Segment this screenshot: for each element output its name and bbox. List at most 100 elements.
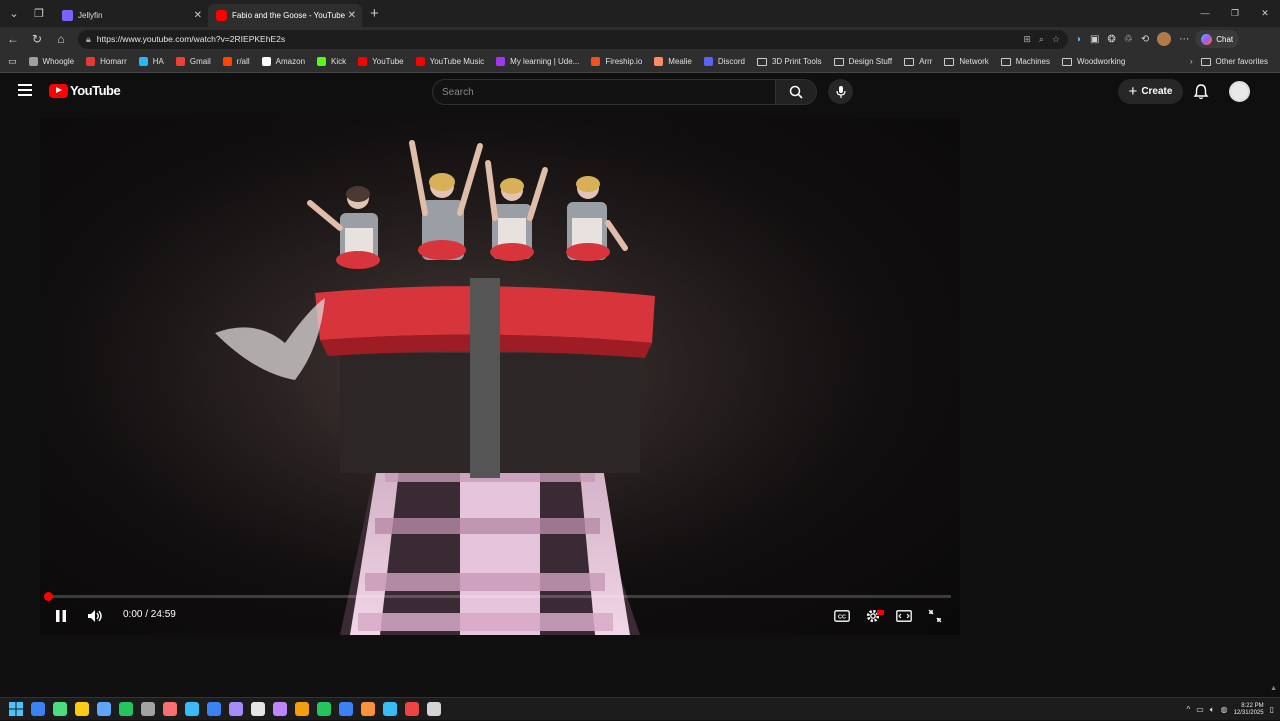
new-tab-plus-icon[interactable]: + — [370, 5, 379, 22]
history-icon[interactable]: ⟲ — [1141, 34, 1149, 45]
more-favorites-chevron-icon[interactable]: › — [1190, 57, 1193, 66]
favorite-label: 3D Print Tools — [771, 57, 822, 66]
favorite-favicon-icon — [28, 57, 38, 66]
favorite-item[interactable]: Design Stuff — [833, 57, 892, 66]
notifications-icon[interactable]: ▯ — [1270, 705, 1274, 714]
show-hidden-icons-chevron-icon[interactable]: ^ — [1186, 705, 1190, 714]
taskbar-app-icon[interactable] — [163, 702, 177, 716]
account-avatar[interactable] — [1229, 81, 1250, 102]
close-window-icon[interactable]: ✕ — [1250, 0, 1280, 26]
app-available-icon[interactable]: ⊞ — [1023, 34, 1031, 45]
favorite-item[interactable]: Woodworking — [1062, 57, 1125, 66]
favorite-favicon-icon — [415, 57, 425, 66]
browser-essentials-icon[interactable]: ♲ — [1124, 34, 1133, 45]
youtube-header: YouTube + Create — [0, 73, 1280, 111]
notifications-bell-icon[interactable] — [1192, 83, 1210, 101]
youtube-logo[interactable]: YouTube — [49, 83, 121, 98]
url-text[interactable]: https://www.youtube.com/watch?v=2RIEPKEh… — [97, 34, 285, 44]
favorite-item[interactable]: Homarr — [86, 57, 127, 66]
taskbar-app-icon[interactable] — [317, 702, 331, 716]
taskbar-app-icon[interactable] — [295, 702, 309, 716]
favorite-item[interactable]: Amazon — [261, 57, 305, 66]
taskbar-clock[interactable]: 8:22 PM 12/31/2025 — [1234, 703, 1264, 717]
search-box[interactable] — [432, 79, 776, 105]
tab-jellyfin[interactable]: Jellyfin ✕ — [54, 4, 208, 27]
fullscreen-button[interactable] — [926, 607, 944, 625]
other-favorites-folder[interactable]: Other favorites — [1200, 57, 1268, 66]
search-button[interactable] — [776, 79, 817, 105]
scrubber-handle[interactable] — [44, 592, 53, 601]
extension-icon[interactable]: ▣ — [1090, 34, 1099, 45]
read-aloud-icon[interactable]: ◗ — [1076, 34, 1082, 45]
close-icon[interactable]: ✕ — [348, 10, 356, 21]
taskbar-app-icon[interactable] — [361, 702, 375, 716]
scroll-up-caret-icon[interactable]: ▲ — [1270, 685, 1277, 692]
taskbar-app-icon[interactable] — [75, 702, 89, 716]
favorite-item[interactable]: Discord — [703, 57, 745, 66]
minimize-icon[interactable]: — — [1190, 0, 1220, 26]
search-icon — [789, 85, 803, 99]
taskbar-app-icon[interactable] — [251, 702, 265, 716]
refresh-icon[interactable]: ↻ — [26, 28, 48, 50]
favorite-item[interactable]: HA — [138, 57, 164, 66]
video-player[interactable] — [40, 118, 960, 635]
profile-avatar[interactable] — [1157, 32, 1172, 46]
pause-button[interactable] — [52, 607, 70, 625]
taskbar-app-icon[interactable] — [185, 702, 199, 716]
taskbar-app-icon[interactable] — [229, 702, 243, 716]
video-progress-bar[interactable] — [44, 592, 951, 601]
favorite-item[interactable]: Kick — [317, 57, 346, 66]
taskbar-app-icon[interactable] — [339, 702, 353, 716]
tab-actions-chevron-icon[interactable]: ⌄ — [3, 3, 25, 25]
taskbar-app-icon[interactable] — [53, 702, 67, 716]
favorites-collection-icon[interactable]: ▭ — [8, 56, 17, 67]
favorite-item[interactable]: YouTube Music — [415, 57, 484, 66]
speaker-icon[interactable]: 🔈︎ — [1210, 705, 1215, 715]
favorite-item[interactable]: My learning | Ude... — [496, 57, 579, 66]
volume-button[interactable] — [86, 607, 104, 625]
lock-icon[interactable]: 🔒︎ — [86, 34, 91, 45]
taskbar-app-icon[interactable] — [207, 702, 221, 716]
taskbar-app-icon[interactable] — [141, 702, 155, 716]
home-icon[interactable]: ⌂ — [50, 28, 72, 50]
favorite-item[interactable]: YouTube — [358, 57, 404, 66]
address-bar[interactable]: 🔒︎ https://www.youtube.com/watch?v=2RIEP… — [78, 29, 1068, 49]
workspaces-icon[interactable]: ❐ — [28, 3, 50, 25]
taskbar-app-icon[interactable] — [97, 702, 111, 716]
favorite-item[interactable]: Arrr — [904, 57, 932, 66]
tab-youtube[interactable]: Fabio and the Goose - YouTube ✕ — [208, 4, 362, 27]
favorite-star-icon[interactable]: ☆ — [1052, 34, 1060, 45]
menu-hamburger-icon[interactable] — [18, 84, 32, 96]
more-options-icon[interactable]: ⋯ — [1179, 34, 1189, 45]
favorite-item[interactable]: Mealie — [654, 57, 692, 66]
favorite-item[interactable]: Gmail — [175, 57, 211, 66]
theater-mode-button[interactable] — [895, 607, 913, 625]
back-arrow-icon[interactable]: ← — [2, 28, 24, 50]
close-icon[interactable]: ✕ — [194, 10, 202, 21]
maximize-icon[interactable]: ❐ — [1220, 0, 1250, 26]
taskbar-app-icon[interactable] — [119, 702, 133, 716]
search-input[interactable] — [442, 86, 775, 98]
extensions-puzzle-icon[interactable]: ❂ — [1108, 34, 1116, 45]
favorite-item[interactable]: Whoogle — [28, 57, 74, 66]
display-icon[interactable]: ▭ — [1196, 705, 1204, 714]
windows-start-icon[interactable] — [9, 702, 23, 716]
favorite-item[interactable]: 3D Print Tools — [756, 57, 822, 66]
taskbar-app-icon[interactable] — [405, 702, 419, 716]
taskbar-app-icon[interactable] — [427, 702, 441, 716]
taskbar-app-icon[interactable] — [273, 702, 287, 716]
copilot-chat-button[interactable]: Chat — [1195, 30, 1240, 48]
favorite-item[interactable]: Fireship.io — [591, 57, 642, 66]
favorite-item[interactable]: r/all — [222, 57, 250, 66]
favorite-item[interactable]: Machines — [1000, 57, 1050, 66]
voice-search-button[interactable] — [828, 79, 853, 104]
copilot-icon — [1201, 33, 1213, 45]
create-button[interactable]: + Create — [1118, 79, 1183, 104]
network-icon[interactable]: ◍ — [1221, 705, 1228, 714]
favorite-item[interactable]: Network — [944, 57, 989, 66]
zoom-icon[interactable]: ⌕ — [1039, 34, 1044, 45]
taskbar-app-icon[interactable] — [383, 702, 397, 716]
subtitles-button[interactable]: CC — [833, 607, 851, 625]
windows-taskbar: ^ ▭ 🔈︎ ◍ 8:22 PM 12/31/2025 ▯ — [0, 697, 1280, 720]
taskbar-app-icon[interactable] — [31, 702, 45, 716]
